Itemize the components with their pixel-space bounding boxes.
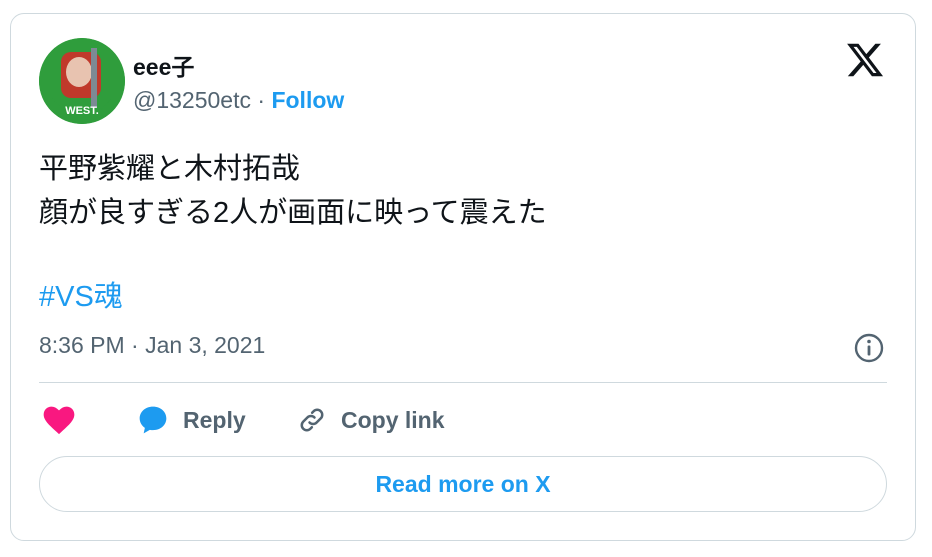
x-logo-icon[interactable] [845, 40, 885, 80]
separator: · [251, 87, 272, 113]
info-icon[interactable] [853, 332, 885, 364]
handle-row: @13250etc · Follow [133, 87, 344, 114]
tweet-line: 顔が良すぎる2人が画面に映って震えた [39, 197, 547, 229]
action-bar: Reply Copy link [39, 402, 887, 438]
read-more-label: Read more on X [375, 470, 551, 497]
read-more-button[interactable]: Read more on X [39, 456, 887, 512]
like-button[interactable] [43, 402, 75, 438]
reply-button[interactable]: Reply [137, 402, 246, 438]
speech-bubble-icon [139, 406, 167, 434]
handle[interactable]: @13250etc [133, 87, 251, 113]
tweet-text: 平野紫耀と木村拓哉 顔が良すぎる2人が画面に映って震えた [39, 147, 547, 235]
avatar-image: WEST. [39, 38, 125, 124]
divider [39, 382, 887, 383]
tweet-card: WEST. eee子 @13250etc · Follow 平野紫耀と木村拓哉 … [10, 13, 916, 541]
link-icon [300, 408, 324, 432]
heart-icon [43, 406, 75, 435]
follow-button[interactable]: Follow [271, 87, 344, 113]
timestamp[interactable]: 8:36 PM · Jan 3, 2021 [39, 332, 265, 359]
hashtag-link[interactable]: #VS魂 [39, 273, 123, 315]
reply-label: Reply [183, 406, 246, 433]
copy-link-button[interactable]: Copy link [297, 402, 445, 438]
avatar[interactable]: WEST. [39, 38, 125, 124]
display-name[interactable]: eee子 [133, 48, 194, 82]
avatar-text: WEST. [65, 105, 99, 117]
copy-link-label: Copy link [341, 406, 445, 433]
tweet-line: 平野紫耀と木村拓哉 [39, 153, 301, 185]
